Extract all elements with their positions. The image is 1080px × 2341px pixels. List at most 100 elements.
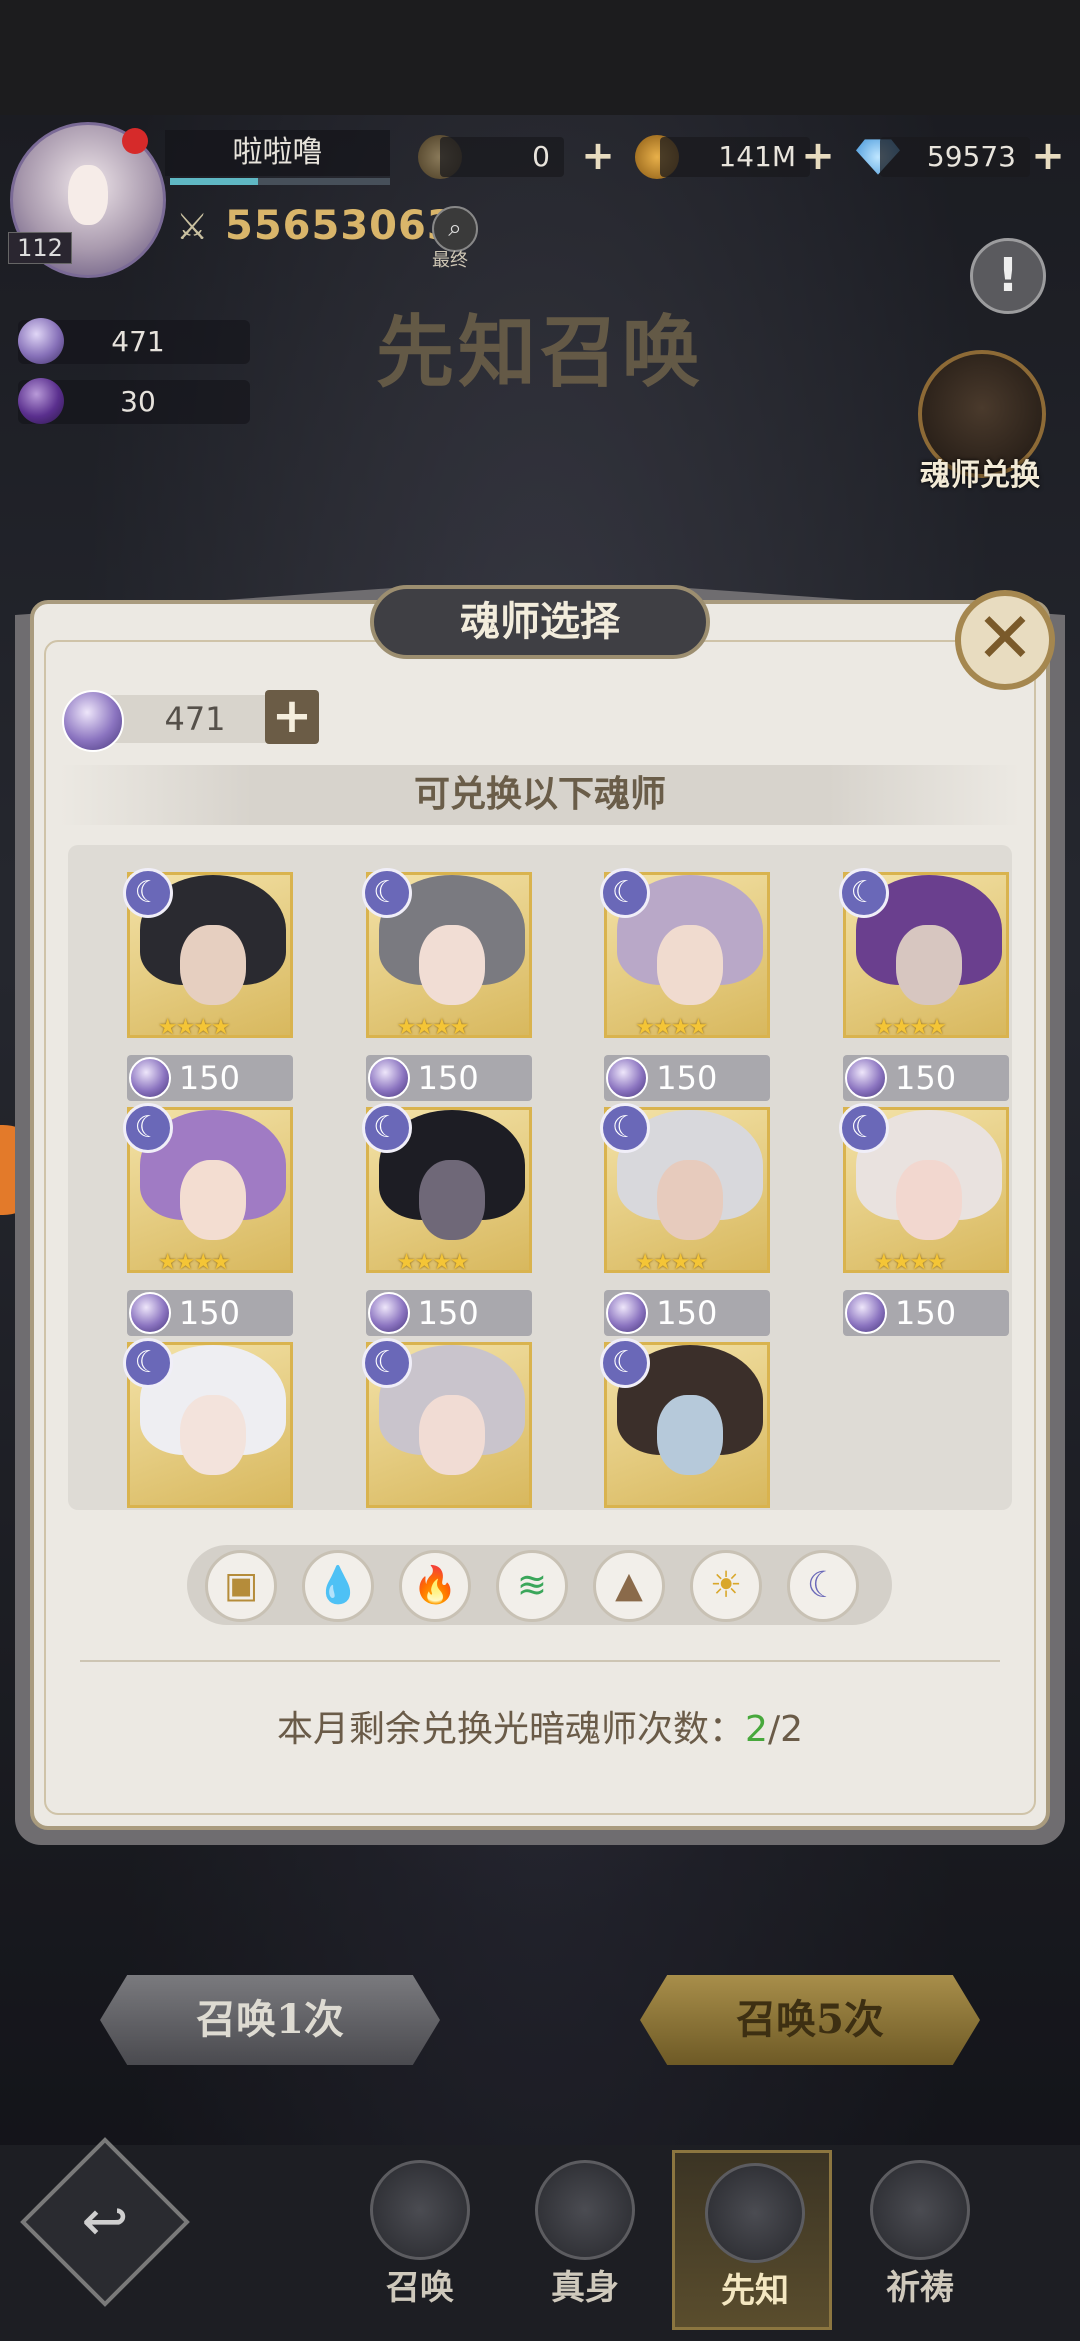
soul-orb-value: 471 — [111, 325, 165, 358]
summon-once-button[interactable]: 召唤1次 — [100, 1975, 440, 2065]
star-rating: ★★★★ — [157, 1249, 231, 1273]
diamond-value: 59573 — [880, 137, 1030, 177]
cost-value: 150 — [178, 1293, 240, 1332]
remaining-exchanges-label: 本月剩余兑换光暗魂师次数： — [277, 1709, 746, 1750]
hero-face — [179, 1159, 246, 1240]
earth-filter-icon[interactable]: ▲ — [593, 1550, 665, 1622]
nav-item[interactable]: 祈祷 — [840, 2150, 1000, 2330]
hero-face — [657, 1394, 724, 1475]
hero-face — [657, 1159, 724, 1240]
back-arrow-icon: ↩ — [81, 2189, 129, 2254]
hero-face — [179, 1394, 246, 1475]
wind-filter-icon[interactable]: ≋ — [496, 1550, 568, 1622]
gold-add-button[interactable]: + — [798, 134, 838, 178]
soul-orb-icon — [18, 318, 64, 364]
cost-tag: 150 — [126, 1055, 293, 1101]
balance-add-button[interactable]: + — [265, 690, 319, 744]
nav-icon — [535, 2160, 635, 2260]
soul-orb-icon — [606, 1057, 649, 1099]
nav-label: 真身 — [551, 2268, 619, 2308]
soul-orb-icon — [367, 1291, 410, 1334]
hero-face — [896, 925, 962, 1005]
cost-tag: 150 — [604, 1055, 771, 1101]
soul-orb-icon — [606, 1291, 649, 1334]
banner-title: 先知召唤 — [375, 307, 704, 398]
dark-element-icon: ☾ — [600, 1337, 651, 1388]
notification-dot — [122, 128, 148, 154]
dark-element-icon: ☾ — [361, 868, 412, 918]
balance-value: 471 — [164, 700, 226, 738]
hero-face — [418, 1394, 485, 1475]
hero-face — [179, 925, 246, 1005]
cost-value: 150 — [895, 1059, 957, 1097]
divider — [80, 1660, 1000, 1662]
summon-five-button[interactable]: 召唤5次 — [640, 1975, 980, 2065]
nav-label: 祈祷 — [886, 2268, 954, 2308]
crossed-swords-icon: ⚔ — [176, 207, 209, 248]
player-name: 啦啦噜 — [165, 130, 390, 176]
nav-icon — [870, 2160, 970, 2260]
dark-element-icon: ☾ — [122, 1102, 173, 1153]
cost-tag: 150 — [126, 1289, 293, 1336]
close-button[interactable]: ✕ — [955, 590, 1055, 690]
hero-grid[interactable]: ★★★★ ☾ 150 ★★★★ ☾ 150 ★★★★ ☾ 150 ★★★★ ☾ 150 ★★★★ ☾ 150… — [68, 845, 1012, 1510]
light-filter-icon[interactable]: ☀ — [690, 1550, 762, 1622]
cost-value: 150 — [417, 1293, 479, 1332]
status-bar — [0, 0, 1080, 115]
dark-element-icon: ☾ — [839, 1102, 889, 1153]
soul-orb-icon — [128, 1057, 171, 1099]
total-count: /2 — [767, 1709, 803, 1750]
cost-value: 150 — [895, 1293, 957, 1332]
hero-face — [418, 925, 485, 1005]
coupon-add-button[interactable]: + — [578, 134, 618, 178]
star-rating: ★★★★ — [635, 1249, 708, 1273]
info-button[interactable]: ! — [970, 238, 1046, 314]
modal-title: 魂师选择 — [460, 598, 620, 645]
remaining-exchanges-text: 本月剩余兑换光暗魂师次数：2/2 — [60, 1700, 1020, 1752]
star-rating: ★★★★ — [874, 1015, 947, 1038]
dark-element-icon: ☾ — [839, 868, 889, 918]
soul-orb-icon — [62, 690, 124, 752]
star-rating: ★★★★ — [157, 1015, 231, 1038]
star-rating: ★★★★ — [396, 1249, 470, 1273]
soul-orb-icon — [367, 1057, 410, 1099]
exchangeable-subtitle: 可兑换以下魂师 — [413, 774, 666, 815]
exp-bar — [170, 178, 390, 185]
dark-element-icon: ☾ — [122, 1337, 173, 1388]
gold-value: 141M — [660, 137, 810, 177]
hero-face — [418, 1159, 485, 1240]
nav-icon — [370, 2160, 470, 2260]
star-rating: ★★★★ — [635, 1015, 708, 1038]
cost-value: 150 — [656, 1059, 718, 1097]
dark-orb-icon — [18, 378, 64, 424]
final-label: 最终 — [432, 250, 468, 271]
fire-filter-icon[interactable]: 🔥 — [399, 1550, 471, 1622]
diamond-add-button[interactable]: + — [1028, 134, 1068, 178]
nav-item[interactable]: 真身 — [505, 2150, 665, 2330]
all-filter-icon[interactable]: ▣ — [205, 1550, 277, 1622]
hero-face — [657, 925, 724, 1005]
dark-element-icon: ☾ — [122, 868, 173, 918]
nav-item[interactable]: 召唤 — [340, 2150, 500, 2330]
cost-tag: 150 — [843, 1055, 1009, 1101]
dark-element-icon: ☾ — [361, 1337, 412, 1388]
nav-label: 召唤 — [386, 2268, 454, 2308]
dark-filter-icon[interactable]: ☾ — [787, 1550, 859, 1622]
cost-value: 150 — [178, 1059, 240, 1097]
nav-item[interactable]: 先知 — [672, 2150, 832, 2330]
water-filter-icon[interactable]: 💧 — [302, 1550, 374, 1622]
combat-power: 55653063 — [225, 203, 456, 249]
cost-tag: 150 — [365, 1289, 532, 1336]
cost-value: 150 — [417, 1059, 479, 1097]
player-level: 112 — [8, 232, 72, 264]
nav-icon — [705, 2163, 805, 2263]
soul-orb-icon — [845, 1291, 887, 1334]
dark-element-icon: ☾ — [600, 868, 651, 918]
nav-label: 先知 — [721, 2271, 789, 2311]
star-rating: ★★★★ — [874, 1249, 947, 1273]
cost-tag: 150 — [843, 1289, 1009, 1336]
soul-master-exchange-label[interactable]: 魂师兑换 — [905, 450, 1055, 494]
coupon-value: 0 — [440, 137, 564, 177]
soul-orb-counter: 471 — [18, 318, 250, 364]
star-rating: ★★★★ — [396, 1015, 470, 1038]
